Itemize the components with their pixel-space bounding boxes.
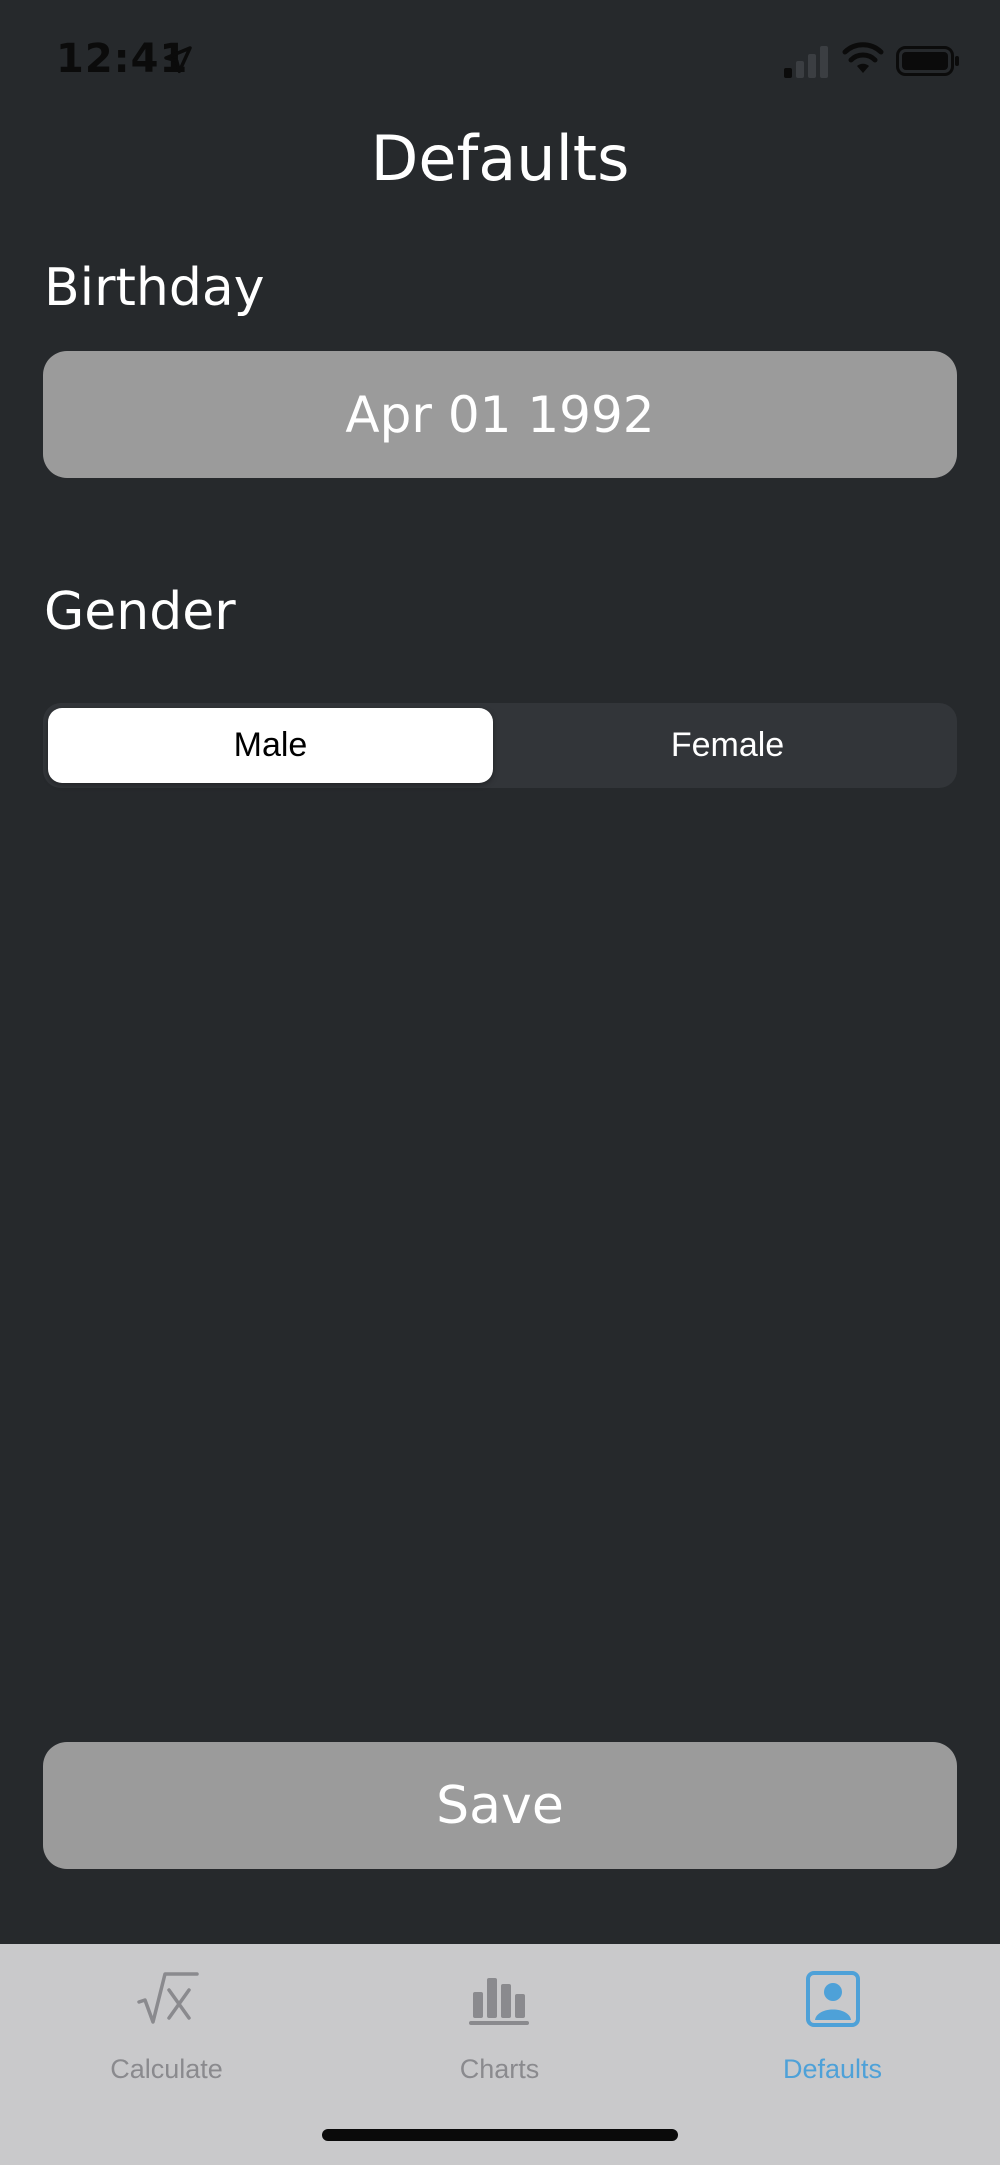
square-root-icon — [136, 1972, 199, 2024]
tab-charts-label: Charts — [459, 2054, 540, 2084]
gender-label: Gender — [44, 582, 236, 642]
tab-defaults-label: Defaults — [782, 2054, 883, 2084]
gender-option-male[interactable]: Male — [48, 708, 493, 783]
cellular-signal-icon — [784, 46, 828, 78]
tab-defaults[interactable]: Defaults — [666, 1944, 999, 2094]
battery-icon — [896, 46, 959, 76]
bar-chart-icon — [468, 1978, 529, 2025]
gender-segmented-control: Male Female — [43, 703, 957, 788]
status-bar: 12:41 — [0, 0, 1000, 120]
gender-option-female[interactable]: Female — [505, 708, 950, 783]
defaults-screen: 12:41 Defaults Birthday Apr 01 1992 Gend… — [0, 0, 1000, 2165]
tab-charts[interactable]: Charts — [333, 1944, 666, 2094]
birthday-date-picker[interactable]: Apr 01 1992 — [43, 351, 957, 478]
page-title: Defaults — [370, 122, 630, 195]
location-arrow-icon — [164, 46, 192, 74]
save-button-label: Save — [436, 1775, 564, 1836]
person-icon — [805, 1971, 860, 2027]
tab-calculate[interactable]: Calculate — [0, 1944, 333, 2094]
wifi-icon — [842, 42, 884, 73]
home-indicator — [322, 2129, 678, 2141]
save-button[interactable]: Save — [43, 1742, 957, 1869]
tab-calculate-label: Calculate — [110, 2054, 223, 2084]
birthday-label: Birthday — [44, 258, 265, 318]
birthday-value: Apr 01 1992 — [345, 385, 655, 444]
